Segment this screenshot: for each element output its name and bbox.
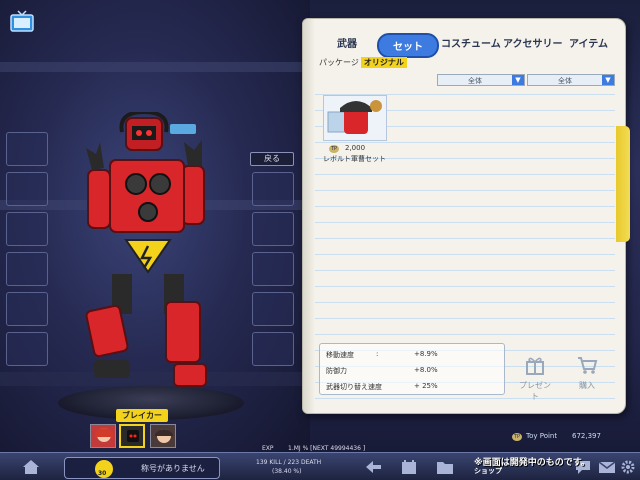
mail-icon[interactable] bbox=[598, 459, 616, 475]
chevron-down-icon: ▼ bbox=[602, 75, 614, 85]
shop-item-card[interactable]: TP 2,000 レボルト軍曹セット bbox=[323, 95, 387, 167]
stats-panel: 移動速度: +8.9% 防御力 +8.0% 武器切り替え速度 + 25% bbox=[319, 343, 505, 395]
stat-row: 防御力 +8.0% bbox=[326, 366, 438, 375]
subfilter-active[interactable]: オリジナル bbox=[360, 57, 407, 68]
tp-coin-icon: TP bbox=[512, 433, 522, 441]
buy-label: 購入 bbox=[579, 381, 595, 390]
home-icon[interactable] bbox=[22, 459, 40, 475]
tab-item[interactable]: アイテム bbox=[569, 35, 608, 50]
filter-dropdown-2[interactable]: 全体 ▼ bbox=[527, 74, 615, 86]
toy-point-value: 672,397 bbox=[572, 432, 601, 440]
tab-costume[interactable]: コスチューム bbox=[441, 35, 501, 50]
present-button[interactable]: プレゼント bbox=[517, 355, 553, 401]
equip-slot[interactable] bbox=[6, 172, 48, 206]
player-title: 称号がありません bbox=[141, 464, 205, 473]
arrow-left-icon[interactable] bbox=[364, 459, 382, 475]
subfilter-row: パッケージ オリジナル bbox=[319, 57, 407, 68]
tab-sets[interactable]: セット bbox=[377, 33, 439, 58]
exp-label: EXP bbox=[262, 445, 274, 452]
equip-slot[interactable] bbox=[252, 332, 294, 366]
buy-button[interactable]: 購入 bbox=[569, 355, 605, 395]
equip-slot[interactable] bbox=[252, 172, 294, 206]
kill-ratio: (38.40 %) bbox=[272, 468, 302, 475]
exp-text: 1.MJ % [NEXT 49994436 ] bbox=[288, 445, 366, 452]
subfilter-label[interactable]: パッケージ bbox=[319, 58, 359, 67]
equip-slot[interactable] bbox=[6, 132, 48, 166]
equip-slot[interactable] bbox=[252, 292, 294, 326]
equip-slot[interactable] bbox=[6, 332, 48, 366]
shop-notebook: 武器 セット コスチューム アクセサリー アイテム パッケージ オリジナル 全体 … bbox=[302, 18, 626, 414]
equip-slot[interactable] bbox=[6, 212, 48, 246]
development-notice: ※画面は開発中のものです。 bbox=[474, 458, 590, 468]
character-name-label: ブレイカー bbox=[116, 409, 168, 422]
toy-point-label: TP Toy Point bbox=[512, 432, 558, 441]
yellow-bookmark-tab[interactable] bbox=[616, 126, 630, 242]
cart-icon bbox=[578, 357, 598, 374]
item-name: レボルト軍曹セット bbox=[323, 155, 386, 163]
back-button[interactable]: 戻る bbox=[250, 152, 294, 166]
chevron-down-icon: ▼ bbox=[512, 75, 524, 85]
stat-row: 武器切り替え速度 + 25% bbox=[326, 382, 438, 391]
tab-accessory[interactable]: アクセサリー bbox=[503, 35, 563, 50]
filter-value: 全体 bbox=[558, 77, 572, 85]
gift-icon bbox=[526, 357, 544, 375]
filter-value: 全体 bbox=[468, 77, 482, 85]
item-price: TP 2,000 bbox=[329, 144, 366, 153]
gear-icon[interactable] bbox=[620, 459, 636, 475]
robot-character[interactable] bbox=[78, 112, 218, 402]
player-title-box[interactable]: 30 称号がありません bbox=[64, 457, 220, 479]
item-thumbnail bbox=[323, 95, 387, 141]
filter-dropdown-1[interactable]: 全体 ▼ bbox=[437, 74, 525, 86]
equip-slot[interactable] bbox=[252, 212, 294, 246]
notebook-spine bbox=[303, 19, 315, 413]
tab-weapons[interactable]: 武器 bbox=[337, 35, 357, 50]
equip-slot[interactable] bbox=[6, 292, 48, 326]
shop-tabs: 武器 セット コスチューム アクセサリー アイテム bbox=[319, 33, 619, 58]
equip-slot[interactable] bbox=[6, 252, 48, 286]
folder-icon[interactable] bbox=[436, 459, 454, 475]
calendar-icon[interactable] bbox=[400, 459, 418, 475]
stat-row: 移動速度: +8.9% bbox=[326, 350, 438, 359]
player-level: 30 bbox=[98, 470, 107, 477]
equip-slot[interactable] bbox=[252, 252, 294, 286]
present-label: プレゼント bbox=[519, 381, 551, 401]
tv-icon[interactable] bbox=[10, 10, 34, 32]
tp-coin-icon: TP bbox=[329, 145, 339, 153]
shelf bbox=[0, 62, 310, 72]
kill-death-text: 139 KILL / 223 DEATH bbox=[256, 459, 322, 466]
